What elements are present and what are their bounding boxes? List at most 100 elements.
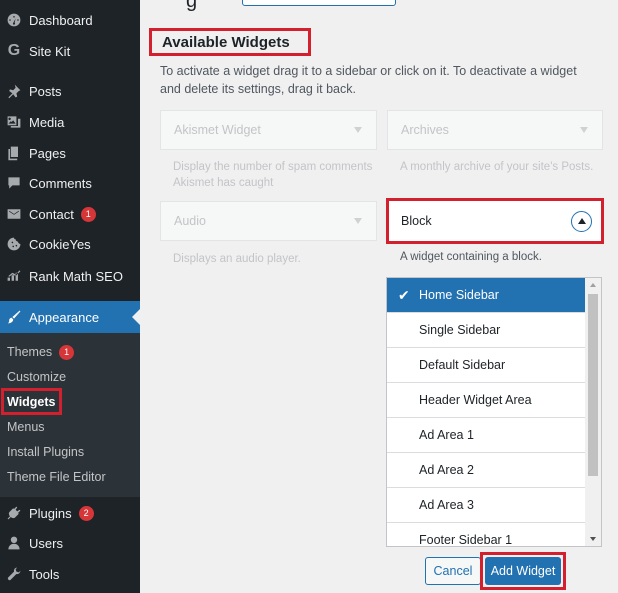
- widget-title: Block: [401, 214, 432, 228]
- paintbrush-icon: [5, 309, 23, 325]
- user-icon: [5, 534, 23, 552]
- checkmark-icon: ✔: [398, 287, 410, 303]
- site-kit-icon: G: [7, 42, 21, 59]
- widget-description: Displays an audio player.: [173, 253, 301, 265]
- sidebar-item-pages[interactable]: Pages: [0, 138, 140, 168]
- widget-archives[interactable]: Archives: [387, 110, 603, 150]
- widget-title: Archives: [401, 123, 449, 137]
- sidebar-item-users[interactable]: Users: [0, 528, 140, 558]
- add-widget-button[interactable]: Add Widget: [485, 557, 561, 585]
- widget-title: Akismet Widget: [174, 123, 261, 137]
- wrench-icon: [5, 565, 23, 583]
- option-label: Ad Area 1: [419, 428, 474, 442]
- widget-title: Audio: [174, 214, 206, 228]
- submenu-item-install-plugins[interactable]: Install Plugins: [7, 442, 84, 462]
- sidebar-option[interactable]: Ad Area 3: [387, 488, 586, 523]
- sidebar-item-label: Plugins: [29, 505, 72, 521]
- sidebar-item-plugins[interactable]: Plugins 2: [0, 498, 140, 528]
- option-label: Ad Area 2: [419, 463, 474, 477]
- page-title: g: [186, 0, 198, 12]
- sidebar-item-site-kit[interactable]: G Site Kit: [0, 36, 140, 66]
- chevron-down-icon: [580, 127, 588, 133]
- sidebar-item-media[interactable]: Media: [0, 107, 140, 137]
- sidebar-item-label: Dashboard: [29, 12, 93, 28]
- scrollbar-thumb[interactable]: [588, 294, 598, 476]
- available-widgets-title: Available Widgets: [149, 28, 311, 56]
- chevron-down-icon: [354, 127, 362, 133]
- submenu-item-customize[interactable]: Customize: [7, 367, 66, 387]
- widget-description: A monthly archive of your site's Posts.: [400, 161, 594, 173]
- submenu-item-label: Theme File Editor: [7, 470, 106, 484]
- sidebar-option[interactable]: Ad Area 2: [387, 453, 586, 488]
- notification-badge: 1: [80, 206, 96, 222]
- option-label: Footer Sidebar 1: [419, 533, 513, 547]
- submenu-item-theme-file-editor[interactable]: Theme File Editor: [7, 467, 106, 487]
- widget-akismet[interactable]: Akismet Widget: [160, 110, 377, 150]
- sidebar-item-label: CookieYes: [29, 236, 91, 252]
- cookie-icon: [5, 235, 23, 253]
- option-label: Single Sidebar: [419, 323, 501, 337]
- add-new-button[interactable]: [242, 0, 396, 6]
- submenu-item-label: Customize: [7, 370, 67, 384]
- submenu-item-themes[interactable]: Themes 1: [7, 342, 75, 362]
- sidebar-option[interactable]: Default Sidebar: [387, 348, 586, 383]
- sidebar-item-dashboard[interactable]: Dashboard: [0, 5, 140, 35]
- option-label: Header Widget Area: [419, 393, 532, 407]
- sidebar-item-contact[interactable]: Contact 1: [0, 199, 140, 229]
- sidebar-item-label: Appearance: [29, 309, 100, 325]
- media-icon: [5, 113, 23, 131]
- envelope-icon: [5, 205, 23, 223]
- sidebar-item-label: Tools: [29, 566, 60, 582]
- cancel-button[interactable]: Cancel: [425, 557, 481, 585]
- sidebar-item-label: Comments: [29, 175, 92, 191]
- sidebar-option[interactable]: Footer Sidebar 1: [387, 523, 586, 547]
- appearance-submenu: Themes 1 Customize Widgets Menus Install…: [0, 333, 140, 497]
- admin-sidebar: Dashboard G Site Kit Posts Media Pages C…: [0, 0, 140, 593]
- sidebar-chooser-list[interactable]: ✔ Home Sidebar Single Sidebar Default Si…: [386, 277, 602, 547]
- available-widgets-description: To activate a widget drag it to a sideba…: [160, 64, 577, 96]
- submenu-item-label: Menus: [7, 420, 45, 434]
- scroll-down-arrow[interactable]: [585, 532, 601, 546]
- sidebar-item-rank-math-seo[interactable]: Rank Math SEO: [0, 261, 140, 291]
- option-label: Default Sidebar: [419, 358, 506, 372]
- submenu-item-label: Widgets: [7, 394, 56, 409]
- sidebar-item-label: Site Kit: [29, 43, 71, 59]
- submenu-item-menus[interactable]: Menus: [7, 417, 45, 437]
- plugin-icon: [5, 504, 23, 522]
- sidebar-item-label: Contact: [29, 206, 74, 222]
- submenu-item-label: Themes: [7, 345, 53, 359]
- sidebar-option[interactable]: Single Sidebar: [387, 313, 586, 348]
- scroll-up-arrow[interactable]: [585, 278, 601, 292]
- sidebar-item-label: Posts: [29, 83, 62, 99]
- submenu-item-widgets[interactable]: Widgets: [1, 388, 62, 415]
- widget-description: Display the number of spam comments Akis…: [173, 161, 373, 189]
- chevron-up-icon[interactable]: [571, 211, 592, 232]
- sidebar-item-tools[interactable]: Tools: [0, 559, 140, 589]
- sidebar-option[interactable]: ✔ Home Sidebar: [387, 278, 586, 313]
- sidebar-item-comments[interactable]: Comments: [0, 168, 140, 198]
- submenu-item-label: Install Plugins: [7, 445, 85, 459]
- option-label: Home Sidebar: [419, 288, 499, 302]
- widget-block[interactable]: Block: [386, 198, 604, 244]
- notification-badge: 1: [59, 344, 75, 360]
- sidebar-item-cookieyes[interactable]: CookieYes: [0, 229, 140, 259]
- pages-icon: [5, 144, 23, 162]
- sidebar-item-appearance[interactable]: Appearance: [0, 301, 140, 333]
- dashboard-icon: [5, 11, 23, 29]
- sidebar-item-label: Pages: [29, 145, 66, 161]
- notification-badge: 2: [78, 505, 94, 521]
- rank-math-icon: [5, 267, 23, 285]
- sidebar-option[interactable]: Ad Area 1: [387, 418, 586, 453]
- widget-description: A widget containing a block.: [400, 251, 542, 263]
- sidebar-item-posts[interactable]: Posts: [0, 76, 140, 106]
- widget-audio[interactable]: Audio: [160, 201, 377, 241]
- add-widget-highlight: Add Widget: [480, 552, 566, 590]
- current-indicator: [132, 309, 140, 325]
- sidebar-item-label: Media: [29, 114, 65, 130]
- sidebar-option[interactable]: Header Widget Area: [387, 383, 586, 418]
- pin-icon: [5, 82, 23, 100]
- scrollbar[interactable]: [585, 278, 601, 546]
- comment-icon: [5, 174, 23, 192]
- sidebar-item-label: Rank Math SEO: [29, 268, 123, 284]
- option-label: Ad Area 3: [419, 498, 474, 512]
